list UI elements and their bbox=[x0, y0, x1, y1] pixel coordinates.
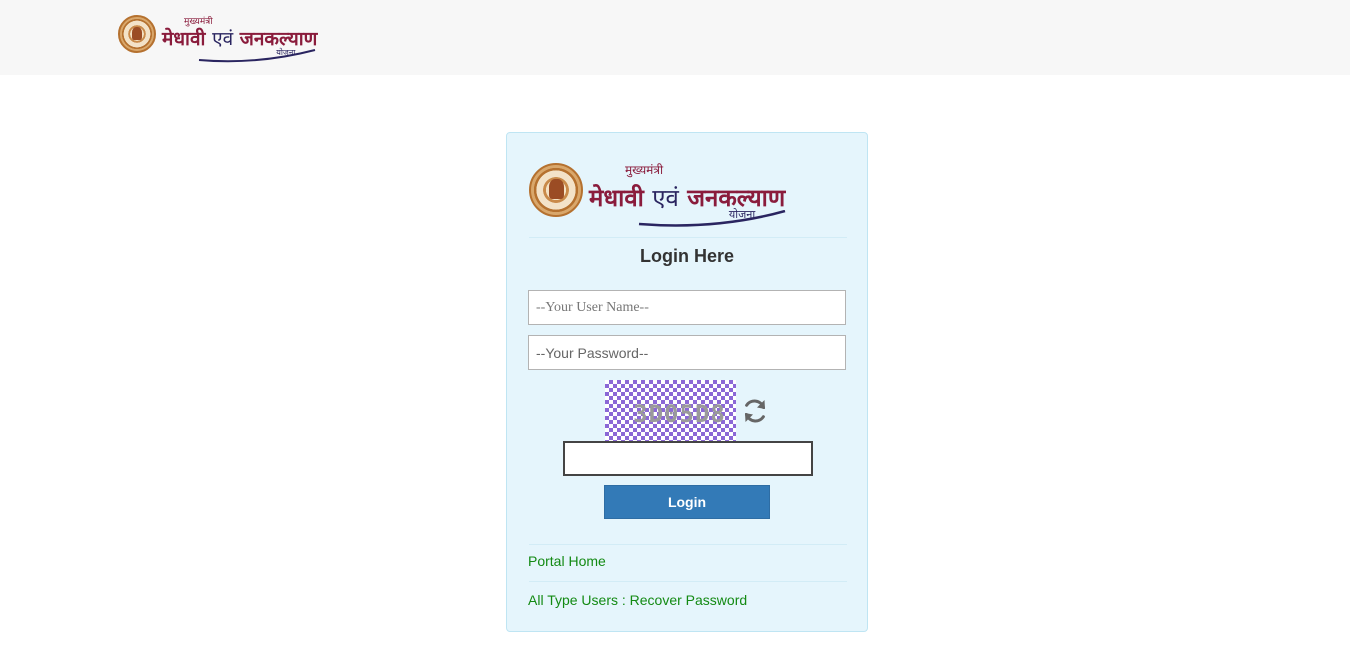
password-input[interactable] bbox=[528, 335, 846, 370]
wordmark-word1: मेधावी bbox=[589, 183, 644, 212]
captcha-input[interactable] bbox=[563, 441, 813, 476]
wordmark-mid: एवं bbox=[212, 28, 234, 50]
header-logo[interactable]: मुख्यमंत्री मेधावी एवं जनकल्याण योजना bbox=[118, 15, 317, 63]
login-title: Login Here bbox=[639, 246, 734, 266]
top-header: मुख्यमंत्री मेधावी एवं जनकल्याण योजना bbox=[0, 0, 1350, 75]
captcha-text: 3D05D8 bbox=[633, 399, 726, 428]
wordmark-word1: मेधावी bbox=[162, 28, 206, 50]
swoosh-icon bbox=[639, 209, 786, 227]
divider bbox=[529, 237, 847, 238]
refresh-captcha-icon[interactable] bbox=[740, 396, 770, 426]
login-button[interactable]: Login bbox=[604, 485, 770, 519]
card-logo: मुख्यमंत्री मेधावी एवं जनकल्याण योजना bbox=[529, 163, 786, 227]
wordmark-mid: एवं bbox=[652, 183, 679, 212]
divider bbox=[529, 544, 847, 545]
mp-emblem-icon bbox=[118, 15, 156, 53]
portal-home-link[interactable]: Portal Home bbox=[528, 553, 606, 569]
login-card: मुख्यमंत्री मेधावी एवं जनकल्याण योजना Lo… bbox=[506, 132, 868, 632]
scheme-wordmark: मुख्यमंत्री मेधावी एवं जनकल्याण योजना bbox=[589, 163, 786, 227]
recover-password-link[interactable]: All Type Users : Recover Password bbox=[528, 592, 747, 608]
username-input[interactable] bbox=[528, 290, 846, 325]
wordmark-small-top: मुख्यमंत्री bbox=[184, 17, 213, 27]
captcha-image: 3D05D8 bbox=[605, 380, 736, 441]
wordmark-small-top: मुख्यमंत्री bbox=[625, 162, 664, 177]
mp-emblem-icon bbox=[529, 163, 583, 217]
swoosh-icon bbox=[199, 49, 316, 63]
divider bbox=[529, 581, 847, 582]
scheme-wordmark: मुख्यमंत्री मेधावी एवं जनकल्याण योजना bbox=[162, 17, 317, 63]
